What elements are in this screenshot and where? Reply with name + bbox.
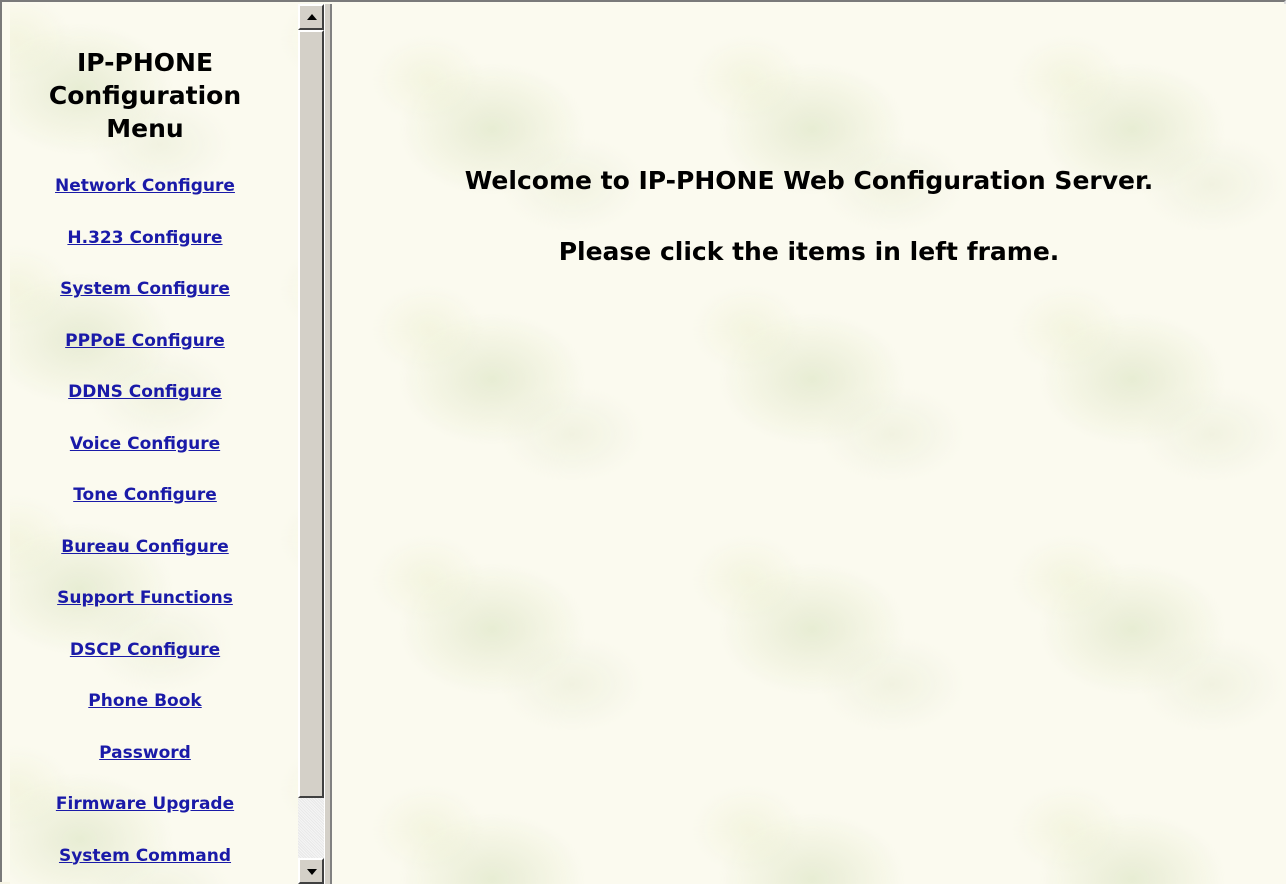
- menu-item-tone: Tone Configure: [10, 476, 280, 528]
- menu-item-firmware: Firmware Upgrade: [10, 785, 280, 837]
- scroll-down-button[interactable]: [298, 858, 324, 884]
- menu-title-line-2: Configuration: [10, 79, 280, 112]
- config-menu-list: Network Configure H.323 Configure System…: [10, 167, 280, 884]
- menu-title-line-3: Menu: [10, 112, 280, 145]
- menu-title: IP-PHONE Configuration Menu: [10, 46, 280, 145]
- menu-item-dscp: DSCP Configure: [10, 631, 280, 683]
- menu-item-network: Network Configure: [10, 167, 280, 219]
- frame-divider[interactable]: [324, 4, 332, 884]
- leaf-background: [332, 4, 1286, 884]
- menu-item-voice: Voice Configure: [10, 425, 280, 477]
- support-functions-link[interactable]: Support Functions: [57, 588, 233, 608]
- instruction-heading: Please click the items in left frame.: [332, 235, 1286, 269]
- bureau-configure-link[interactable]: Bureau Configure: [61, 537, 229, 557]
- firmware-upgrade-link[interactable]: Firmware Upgrade: [56, 794, 234, 814]
- arrow-down-icon: [307, 869, 317, 875]
- menu-item-password: Password: [10, 734, 280, 786]
- arrow-up-icon: [307, 14, 317, 20]
- menu-title-line-1: IP-PHONE: [10, 46, 280, 79]
- system-configure-link[interactable]: System Configure: [60, 279, 230, 299]
- voice-configure-link[interactable]: Voice Configure: [70, 434, 220, 454]
- browser-frameset: IP-PHONE Configuration Menu Network Conf…: [0, 0, 1286, 882]
- password-link[interactable]: Password: [99, 743, 191, 763]
- tone-configure-link[interactable]: Tone Configure: [73, 485, 217, 505]
- menu-item-bureau: Bureau Configure: [10, 528, 280, 580]
- left-menu-frame: IP-PHONE Configuration Menu Network Conf…: [10, 4, 298, 884]
- ddns-configure-link[interactable]: DDNS Configure: [68, 382, 222, 402]
- scroll-up-button[interactable]: [298, 4, 324, 30]
- menu-item-support: Support Functions: [10, 579, 280, 631]
- left-frame-scrollbar[interactable]: [298, 4, 324, 884]
- right-content-frame: Welcome to IP-PHONE Web Configuration Se…: [332, 4, 1286, 884]
- dscp-configure-link[interactable]: DSCP Configure: [70, 640, 220, 660]
- welcome-heading: Welcome to IP-PHONE Web Configuration Se…: [332, 164, 1286, 198]
- network-configure-link[interactable]: Network Configure: [55, 176, 235, 196]
- system-command-link[interactable]: System Command: [59, 846, 231, 866]
- menu-item-phonebook: Phone Book: [10, 682, 280, 734]
- menu-item-command: System Command: [10, 837, 280, 884]
- scrollbar-thumb[interactable]: [298, 30, 324, 798]
- menu-item-system: System Configure: [10, 270, 280, 322]
- menu-item-h323: H.323 Configure: [10, 219, 280, 271]
- menu-item-pppoe: PPPoE Configure: [10, 322, 280, 374]
- phone-book-link[interactable]: Phone Book: [88, 691, 201, 711]
- menu-item-ddns: DDNS Configure: [10, 373, 280, 425]
- pppoe-configure-link[interactable]: PPPoE Configure: [65, 331, 225, 351]
- h323-configure-link[interactable]: H.323 Configure: [67, 228, 222, 248]
